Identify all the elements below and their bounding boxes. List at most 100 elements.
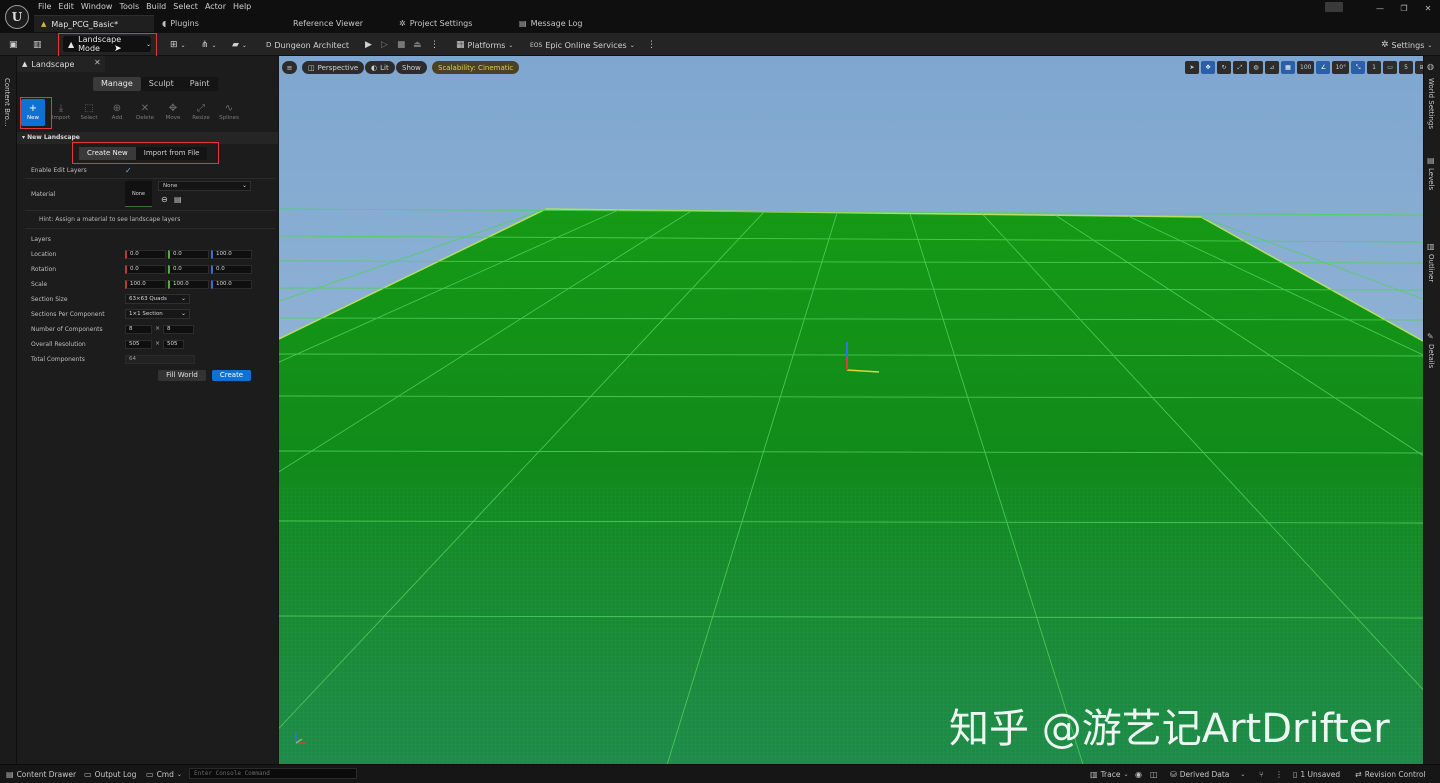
maximize-viewport-icon[interactable]: ⊞ xyxy=(1415,61,1423,74)
tool-import[interactable]: ⤓ Import xyxy=(49,99,73,126)
scalability-badge[interactable]: Scalability: Cinematic xyxy=(432,61,520,74)
toolbar-more-button[interactable]: ⋮ xyxy=(647,37,656,53)
menu-tools[interactable]: Tools xyxy=(119,1,146,13)
tab-sculpt[interactable]: Sculpt xyxy=(141,77,182,91)
rotation-snap-icon[interactable]: ∠ xyxy=(1316,61,1331,74)
tool-resize[interactable]: ⤢ Resize xyxy=(189,99,213,126)
location-x-input[interactable]: 0.0 xyxy=(125,250,166,259)
menu-edit[interactable]: Edit xyxy=(58,1,81,13)
browse-asset-icon[interactable]: ▤ xyxy=(174,195,182,204)
location-z-input[interactable]: 100.0 xyxy=(211,250,252,259)
menu-file[interactable]: File xyxy=(38,1,58,13)
menu-window[interactable]: Window xyxy=(81,1,120,13)
cmd-dropdown[interactable]: ▭ Cmd ⌄ xyxy=(146,769,182,780)
level-viewport[interactable]: ≡ ◫ Perspective ◐ Lit Show Scalability: Ci… xyxy=(279,56,1423,764)
grid-snap-icon[interactable]: ▦ xyxy=(1281,61,1295,74)
tool-delete[interactable]: ✕ Delete xyxy=(133,99,157,126)
step-button[interactable]: ▷ xyxy=(381,37,388,53)
resolution-y-input[interactable]: 505 xyxy=(163,340,184,349)
scale-x-input[interactable]: 100.0 xyxy=(125,280,166,289)
fill-world-button[interactable]: Fill World xyxy=(158,370,206,381)
record-button[interactable]: ◉ xyxy=(1135,769,1142,780)
section-size-dropdown[interactable]: 63×63 Quads ⌄ xyxy=(125,294,190,304)
close-icon[interactable]: ✕ xyxy=(94,58,101,67)
derived-data-button[interactable]: ⛁ Derived Data ⌄ xyxy=(1170,769,1245,780)
trace-dropdown[interactable]: ▥ Trace ⌄ xyxy=(1090,769,1129,780)
menu-actor[interactable]: Actor xyxy=(205,1,233,13)
user-avatar[interactable] xyxy=(1325,2,1343,12)
tab-manage[interactable]: Manage xyxy=(93,77,141,91)
location-y-input[interactable]: 0.0 xyxy=(168,250,209,259)
show-button[interactable]: Show xyxy=(396,61,427,74)
revision-control-button[interactable]: ⇄ Revision Control xyxy=(1355,769,1426,780)
add-actor-button[interactable]: ⊞ ⌄ xyxy=(170,37,186,53)
blueprint-button[interactable]: ⋔ ⌄ xyxy=(201,37,217,53)
levels-side-tab[interactable]: Levels xyxy=(1427,168,1435,190)
sections-per-component-dropdown[interactable]: 1×1 Section ⌄ xyxy=(125,309,190,319)
output-log-button[interactable]: ▭ Output Log xyxy=(84,769,136,780)
rotate-icon[interactable]: ↻ xyxy=(1217,61,1231,74)
details-side-tab[interactable]: Details xyxy=(1427,344,1435,368)
minimize-icon[interactable]: — xyxy=(1368,0,1392,16)
tab-reference-viewer[interactable]: Reference Viewer xyxy=(293,15,363,32)
console-command-input[interactable]: Enter Console Command xyxy=(189,768,357,779)
content-browser-side-tab[interactable]: Content Bro... xyxy=(3,78,11,126)
grid-snap-value[interactable]: 100 xyxy=(1297,61,1315,74)
components-y-input[interactable]: 8 xyxy=(163,325,194,334)
tab-plugins[interactable]: ◖ Plugins xyxy=(162,15,199,32)
play-button[interactable]: ▶ xyxy=(365,37,372,53)
world-space-icon[interactable]: ◍ xyxy=(1249,61,1263,74)
translate-icon[interactable]: ✥ xyxy=(1201,61,1215,74)
cinematics-button[interactable]: ▰ ⌄ xyxy=(232,37,247,53)
rotation-x-input[interactable]: 0.0 xyxy=(125,265,166,274)
material-dropdown[interactable]: None ⌄ xyxy=(158,181,251,191)
browse-button[interactable]: ▥ xyxy=(33,37,42,53)
scale-y-input[interactable]: 100.0 xyxy=(168,280,209,289)
menu-build[interactable]: Build xyxy=(146,1,173,13)
unreal-logo-icon[interactable]: U xyxy=(5,5,29,29)
restore-icon[interactable]: ❐ xyxy=(1392,0,1416,16)
tab-paint[interactable]: Paint xyxy=(182,77,218,91)
outliner-side-tab[interactable]: Outliner xyxy=(1427,254,1435,282)
eject-button[interactable]: ⏏ xyxy=(413,37,422,53)
scale-icon[interactable]: ⤢ xyxy=(1233,61,1247,74)
world-settings-side-tab[interactable]: World Settings xyxy=(1427,78,1435,129)
stop-button[interactable]: ■ xyxy=(397,37,406,53)
transform-gizmo[interactable] xyxy=(845,336,885,376)
scale-z-input[interactable]: 100.0 xyxy=(211,280,252,289)
tool-splines[interactable]: ∿ Splines xyxy=(217,99,241,126)
surface-snap-icon[interactable]: ⊿ xyxy=(1265,61,1279,74)
scale-snap-value[interactable]: 1 xyxy=(1367,61,1382,74)
resolution-x-input[interactable]: 505 xyxy=(125,340,152,349)
tab-message-log[interactable]: ▤ Message Log xyxy=(519,15,582,32)
play-options-button[interactable]: ⋮ xyxy=(430,37,439,53)
viewport-menu-button[interactable]: ≡ xyxy=(282,61,297,74)
level-document-tab[interactable]: ▲ Map_PCG_Basic* xyxy=(34,15,154,32)
close-icon[interactable]: ✕ xyxy=(1416,0,1440,16)
source-control-icon-button[interactable]: ⑂ xyxy=(1259,769,1264,780)
epic-online-services-button[interactable]: EOS Epic Online Services ⌄ xyxy=(530,37,635,53)
rotation-y-input[interactable]: 0.0 xyxy=(168,265,209,274)
scale-snap-icon[interactable]: ⤡ xyxy=(1351,61,1366,74)
platforms-button[interactable]: ▦ Platforms ⌄ xyxy=(456,37,513,53)
menu-help[interactable]: Help xyxy=(233,1,258,13)
settings-button[interactable]: ✲ Settings ⌄ xyxy=(1381,37,1432,53)
content-drawer-button[interactable]: ▤ Content Drawer xyxy=(6,769,76,780)
rotation-z-input[interactable]: 0.0 xyxy=(211,265,252,274)
enable-edit-layers-checkbox[interactable]: ✓ xyxy=(125,166,134,175)
menu-select[interactable]: Select xyxy=(173,1,205,13)
material-thumbnail[interactable]: None xyxy=(125,181,152,207)
select-mode-icon[interactable]: ➤ xyxy=(1185,61,1199,74)
unsaved-button[interactable]: ▯ 1 Unsaved xyxy=(1293,769,1340,780)
landscape-panel-tab[interactable]: ▲ Landscape xyxy=(17,56,105,72)
camera-speed-value[interactable]: 5 xyxy=(1399,61,1414,74)
create-button[interactable]: Create xyxy=(212,370,251,381)
status-more-button[interactable]: ⋮ xyxy=(1275,769,1283,780)
screenshot-button[interactable]: ◫ xyxy=(1150,769,1158,780)
tool-move[interactable]: ✥ Move xyxy=(161,99,185,126)
tool-add[interactable]: ⊕ Add xyxy=(105,99,129,126)
perspective-button[interactable]: ◫ Perspective xyxy=(302,61,365,74)
rotation-snap-value[interactable]: 10° xyxy=(1332,61,1350,74)
camera-speed-icon[interactable]: ▭ xyxy=(1383,61,1398,74)
tab-project-settings[interactable]: ✲ Project Settings xyxy=(399,15,472,32)
